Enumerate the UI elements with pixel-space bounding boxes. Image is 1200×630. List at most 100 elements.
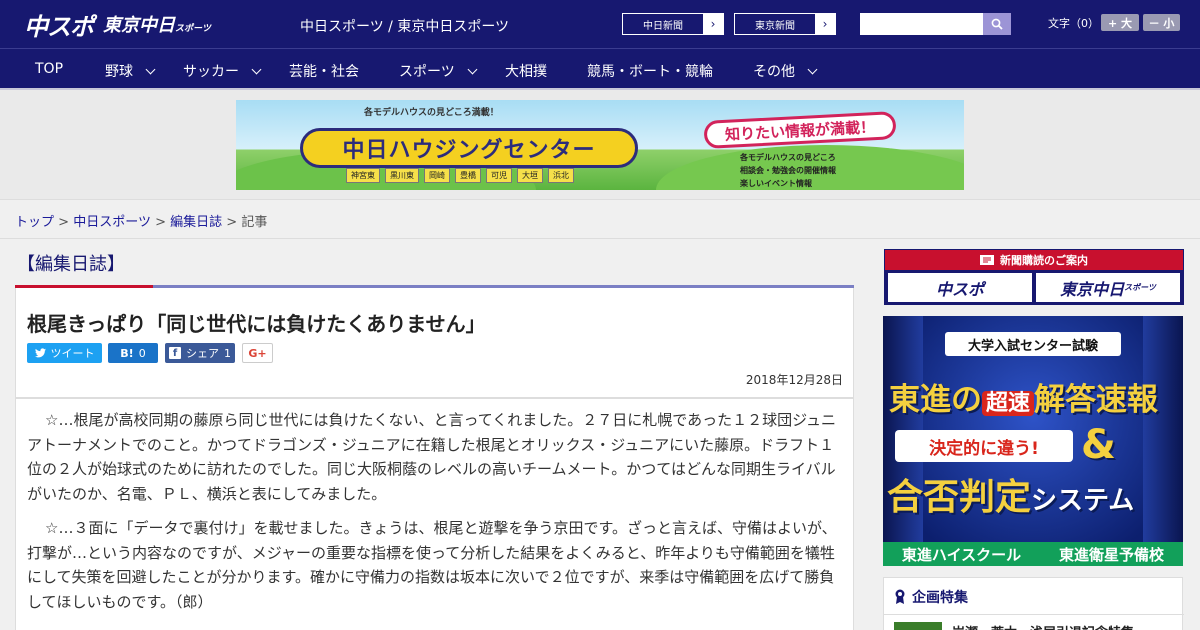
divider (884, 614, 1184, 615)
nav-item-racing[interactable]: 競馬・ボート・競輪 (587, 61, 713, 81)
ad-line-1: 大学入試センター試験 (945, 332, 1121, 356)
site-title-link[interactable]: 中日スポーツ / 東京中日スポーツ (300, 16, 509, 36)
ad-line-4: 合否判定システム (887, 468, 1134, 520)
article-paragraph: ☆…根尾が高校同期の藤原ら同じ世代には負けたくない、と言ってくれました。２７日に… (27, 411, 837, 503)
ad-ampersand: & (1081, 422, 1116, 468)
nav-item-others[interactable]: その他 (753, 61, 818, 81)
nav-label: 大相撲 (505, 64, 547, 80)
nav-item-sumo[interactable]: 大相撲 (505, 61, 547, 81)
nav-label: TOP (35, 61, 64, 77)
article-title: 根尾きっぱり「同じ世代には負けたくありません」 (27, 312, 486, 336)
housing-center-banner[interactable]: 各モデルハウスの見どころ満載！ 中日ハウジングセンター 神宮東 黒川東 岡崎 豊… (236, 100, 964, 190)
hatena-bookmark-button[interactable]: B! 0 (108, 343, 158, 363)
nav-label: スポーツ (399, 64, 455, 80)
tweet-label: ツイート (50, 347, 95, 360)
nav-item-entertainment[interactable]: 芸能・社会 (289, 61, 359, 81)
tweet-button[interactable]: ツイート (27, 343, 102, 363)
chunichi-shimbun-link[interactable]: 中日新聞 › (622, 13, 724, 35)
toshin-ad[interactable]: 大学入試センター試験 東進の 超速 解答速報 決定的に違う! & 合否判定システム … (883, 316, 1183, 566)
ad-footer-1: 東進ハイスクール (901, 545, 1022, 564)
breadcrumb-editorial-diary[interactable]: 編集日誌 (170, 215, 222, 230)
ad-footer-2: 東進衛星予備校 (1059, 545, 1165, 564)
ad-curtain (1143, 316, 1183, 566)
site-logo[interactable]: 中スポ 東京中日スポーツ (24, 8, 211, 41)
divider (0, 238, 1200, 239)
feature-thumbnail[interactable] (894, 622, 942, 630)
section-title: 【編集日誌】 (17, 254, 125, 275)
breadcrumb-separator: > (58, 215, 70, 230)
chevron-down-icon (807, 64, 818, 74)
article-body: ☆…根尾が高校同期の藤原ら同じ世代には負けたくない、と言ってくれました。２７日に… (15, 398, 854, 630)
breadcrumb-separator: > (226, 215, 238, 230)
banner-feature: 各モデルハウスの見どころ (740, 153, 836, 162)
chevron-down-icon (467, 64, 478, 74)
ad-line-4b: システム (1031, 486, 1135, 516)
banner-tagline: 各モデルハウスの見どころ満載！ (364, 108, 499, 118)
ad-line-2: 東進の 超速 解答速報 (889, 374, 1179, 419)
tokyo-shimbun-link[interactable]: 東京新聞 › (734, 13, 836, 35)
banner-location: 浜北 (548, 168, 574, 183)
nav-label: 競馬・ボート・競輪 (587, 64, 713, 80)
chevron-down-icon (251, 64, 262, 74)
subscription-header: 新聞購読のご案内 (885, 250, 1183, 270)
ad-line-2c: 解答速報 (1034, 382, 1159, 418)
banner-area: 各モデルハウスの見どころ満載！ 中日ハウジングセンター 神宮東 黒川東 岡崎 豊… (0, 90, 1200, 200)
font-bigger-button[interactable]: + 大 (1101, 14, 1139, 31)
section-header: 【編集日誌】 (15, 250, 854, 288)
ad-footer: 東進ハイスクール 東進衛星予備校 (883, 542, 1183, 566)
feature-header-label: 企画特集 (912, 590, 968, 606)
facebook-share-count: 1 (224, 346, 231, 360)
ad-line-2a: 東進の (889, 382, 982, 418)
nav-item-soccer[interactable]: サッカー (183, 61, 262, 81)
facebook-share-button[interactable]: f シェア 1 (165, 343, 235, 363)
twitter-icon (34, 348, 46, 358)
feature-item-link[interactable]: 岩瀬・荒木・浅尾引退記念特集 (952, 622, 1134, 630)
hatena-count: 0 (138, 346, 146, 360)
breadcrumb-separator: > (155, 215, 166, 230)
banner-location: 岡崎 (424, 168, 450, 183)
article-date: 2018年12月28日 (745, 373, 843, 387)
medal-icon (895, 589, 905, 604)
main-nav: TOP 野球 サッカー 芸能・社会 スポーツ 大相撲 競馬・ボート・競輪 その他 (0, 48, 1200, 90)
ad-line-4a: 合否判定 (887, 477, 1032, 518)
breadcrumb-chunichi-sports[interactable]: 中日スポーツ (73, 215, 151, 230)
nav-label: 芸能・社会 (289, 64, 359, 80)
top-header: 中スポ 東京中日スポーツ 中日スポーツ / 東京中日スポーツ 中日新聞 › 東京… (0, 0, 1200, 48)
subscribe-tokyo-chunichi[interactable]: 東京中日 スポーツ (1036, 273, 1180, 302)
nav-item-baseball[interactable]: 野球 (105, 61, 156, 81)
breadcrumb-current: 記事 (241, 215, 268, 230)
subscribe-logo-small: スポーツ (1124, 283, 1156, 292)
logo-tokyo-chunichi: 東京中日スポーツ (103, 11, 211, 37)
search-input[interactable] (860, 13, 984, 35)
subscribe-logo-label: 中スポ (935, 279, 984, 299)
subscription-header-label: 新聞購読のご案内 (1000, 254, 1088, 267)
chunichi-shimbun-label: 中日新聞 (643, 20, 683, 32)
banner-title: 中日ハウジングセンター (300, 128, 638, 168)
subscription-logos: 中スポ 東京中日 スポーツ (885, 270, 1183, 305)
google-plus-button[interactable]: G+ (242, 343, 273, 363)
nav-item-top[interactable]: TOP (35, 61, 63, 77)
chevron-down-icon (145, 64, 156, 74)
banner-location: 黒川東 (385, 168, 419, 183)
feature-box: 企画特集 岩瀬・荒木・浅尾引退記念特集 (883, 577, 1184, 630)
nav-label: その他 (753, 64, 795, 80)
article-paragraph: ☆…３面に「データで裏付け」を載せました。きょうは、根尾と遊撃を争う京田です。ざ… (27, 519, 837, 611)
search-icon (991, 18, 1003, 30)
tokyo-shimbun-label: 東京新聞 (755, 20, 795, 32)
search-button[interactable] (983, 13, 1011, 35)
banner-locations: 神宮東 黒川東 岡崎 豊橋 可児 大垣 浜北 (346, 168, 574, 183)
banner-location: 豊橋 (455, 168, 481, 183)
logo-tokyo-text: 東京中日 (103, 15, 175, 36)
hatena-icon: B! (120, 346, 134, 360)
logo-sports-small: スポーツ (175, 24, 211, 34)
facebook-share-label: シェア (186, 347, 219, 360)
feature-header: 企画特集 (894, 587, 968, 607)
font-smaller-button[interactable]: － 小 (1143, 14, 1180, 31)
nav-label: サッカー (183, 64, 239, 80)
breadcrumb-top[interactable]: トップ (15, 215, 54, 230)
nav-item-sports[interactable]: スポーツ (399, 61, 478, 81)
subscribe-chunichi-sports[interactable]: 中スポ (888, 273, 1032, 302)
banner-location: 神宮東 (346, 168, 380, 183)
ad-line-2b: 超速 (982, 391, 1035, 416)
breadcrumb: トップ > 中日スポーツ > 編集日誌 > 記事 (15, 211, 267, 230)
